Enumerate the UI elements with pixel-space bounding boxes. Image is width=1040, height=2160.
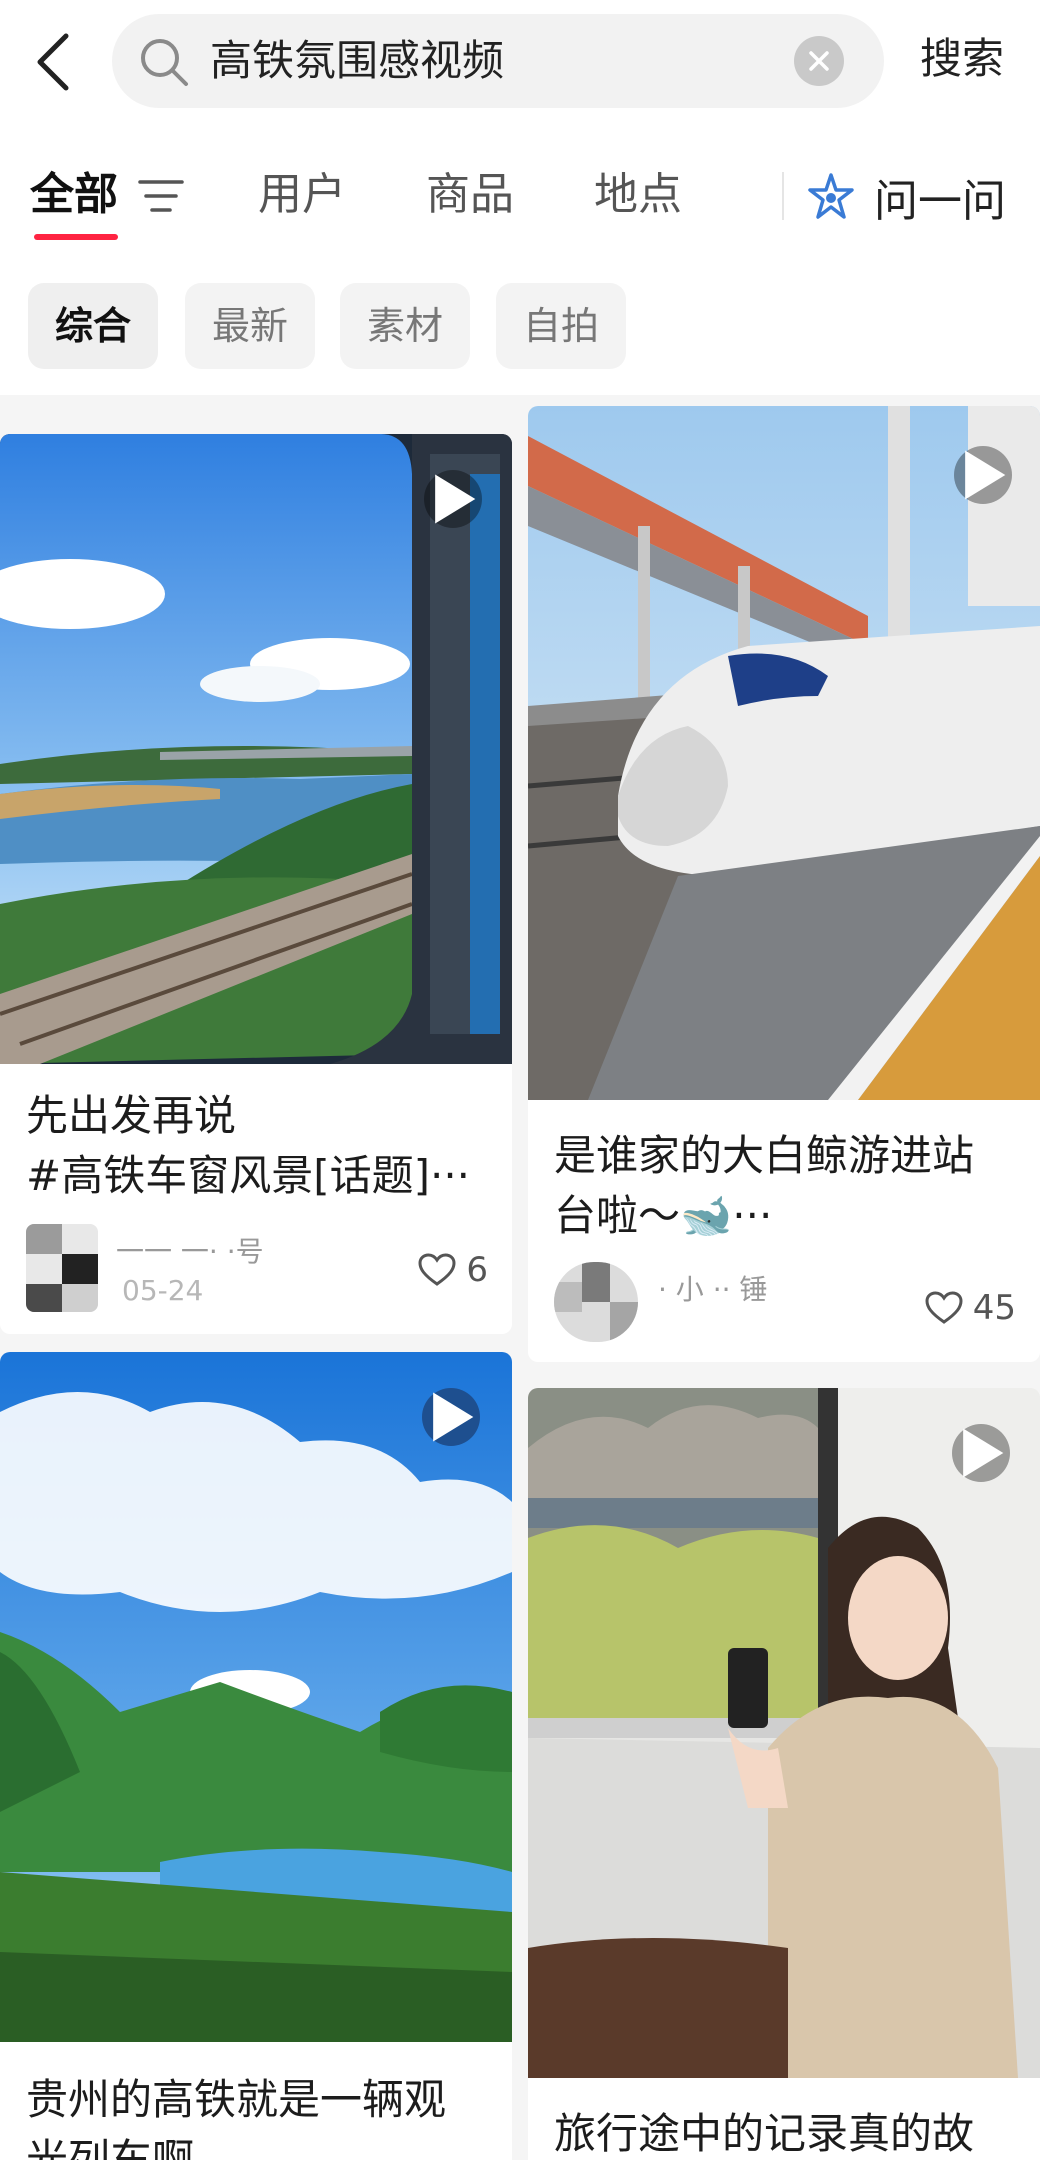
like-button[interactable]: 6	[418, 1248, 488, 1292]
sparkle-icon	[808, 173, 854, 219]
search-input[interactable]: 高铁氛围感视频	[112, 14, 884, 108]
back-button[interactable]	[24, 30, 84, 94]
card-title-line: 先出发再说	[26, 1091, 237, 1140]
play-icon	[422, 1388, 480, 1446]
chevron-left-icon	[37, 33, 69, 91]
chip-latest[interactable]: 最新	[185, 283, 315, 369]
post-date: 05-24	[122, 1274, 204, 1307]
clear-button[interactable]	[794, 36, 844, 86]
search-query[interactable]: 高铁氛围感视频	[210, 14, 504, 108]
card-title-line: 是谁家的大白鲸游进站	[554, 1131, 975, 1180]
avatar[interactable]	[554, 1262, 638, 1342]
tab-all[interactable]: 全部	[30, 160, 118, 230]
author-name[interactable]: · 小 ·· 锤	[658, 1268, 767, 1308]
card-title-line: 旅行途中的记录真的故	[554, 2109, 975, 2158]
card-title: 贵州的高铁就是一辆观 光列车啊	[26, 2070, 492, 2160]
author-name[interactable]: 一一 一· ·号	[116, 1230, 264, 1270]
ask-button[interactable]: 问一问	[806, 162, 1006, 232]
likes-count: 45	[972, 1288, 1016, 1328]
search-icon	[141, 39, 188, 86]
cover-image[interactable]	[0, 1352, 512, 2042]
header: 高铁氛围感视频 搜索 全部 用户 商品 地点 问一问 综合 最新 素材 自拍	[0, 0, 1040, 395]
chip-selfie[interactable]: 自拍	[496, 283, 626, 369]
avatar[interactable]	[26, 1224, 98, 1312]
active-tab-indicator	[34, 234, 118, 240]
tab-users[interactable]: 用户	[258, 160, 346, 230]
note-card[interactable]: 是谁家的大白鲸游进站 台啦～🐋··· · 小 ·· 锤 45	[528, 406, 1040, 1362]
tab-bar: 全部 用户 商品 地点 问一问	[0, 150, 1040, 240]
cover-image[interactable]	[528, 406, 1040, 1100]
clear-icon	[809, 51, 829, 71]
card-title: 是谁家的大白鲸游进站 台啦～🐋···	[554, 1126, 1020, 1246]
card-title-line: 台啦～🐋···	[554, 1191, 773, 1240]
note-card[interactable]: 贵州的高铁就是一辆观 光列车啊	[0, 1352, 512, 2160]
chip-material[interactable]: 素材	[340, 283, 470, 369]
search-button[interactable]: 搜索	[920, 24, 1004, 94]
card-title-line: 光列车啊	[26, 2135, 195, 2160]
heart-icon	[925, 1291, 963, 1324]
tab-places[interactable]: 地点	[594, 160, 682, 230]
filter-icon[interactable]	[138, 176, 184, 216]
play-icon	[954, 446, 1012, 504]
card-title: 旅行途中的记录真的故	[554, 2104, 1020, 2160]
ask-label: 问一问	[874, 176, 1006, 227]
tab-products[interactable]: 商品	[426, 160, 514, 230]
note-card[interactable]: 先出发再说 #高铁车窗风景[话题]··· 一一 一· ·号 05-24 6	[0, 434, 512, 1334]
chip-comprehensive[interactable]: 综合	[28, 283, 158, 369]
play-icon	[952, 1424, 1010, 1482]
tab-divider	[782, 172, 784, 220]
card-title-line: #高铁车窗风景[话题]···	[26, 1151, 471, 1200]
like-button[interactable]: 45	[925, 1286, 1016, 1330]
likes-count: 6	[466, 1250, 488, 1290]
filter-chips: 综合 最新 素材 自拍	[0, 283, 1040, 369]
heart-icon	[418, 1253, 456, 1286]
play-icon	[424, 470, 482, 528]
card-title-line: 贵州的高铁就是一辆观	[26, 2075, 447, 2124]
cover-image[interactable]	[528, 1388, 1040, 2078]
note-card[interactable]: 旅行途中的记录真的故	[528, 1388, 1040, 2160]
cover-image[interactable]	[0, 434, 512, 1064]
card-title: 先出发再说 #高铁车窗风景[话题]···	[26, 1086, 492, 1206]
card-footer: · 小 ·· 锤 45	[554, 1262, 1016, 1352]
card-footer: 一一 一· ·号 05-24 6	[26, 1224, 488, 1314]
